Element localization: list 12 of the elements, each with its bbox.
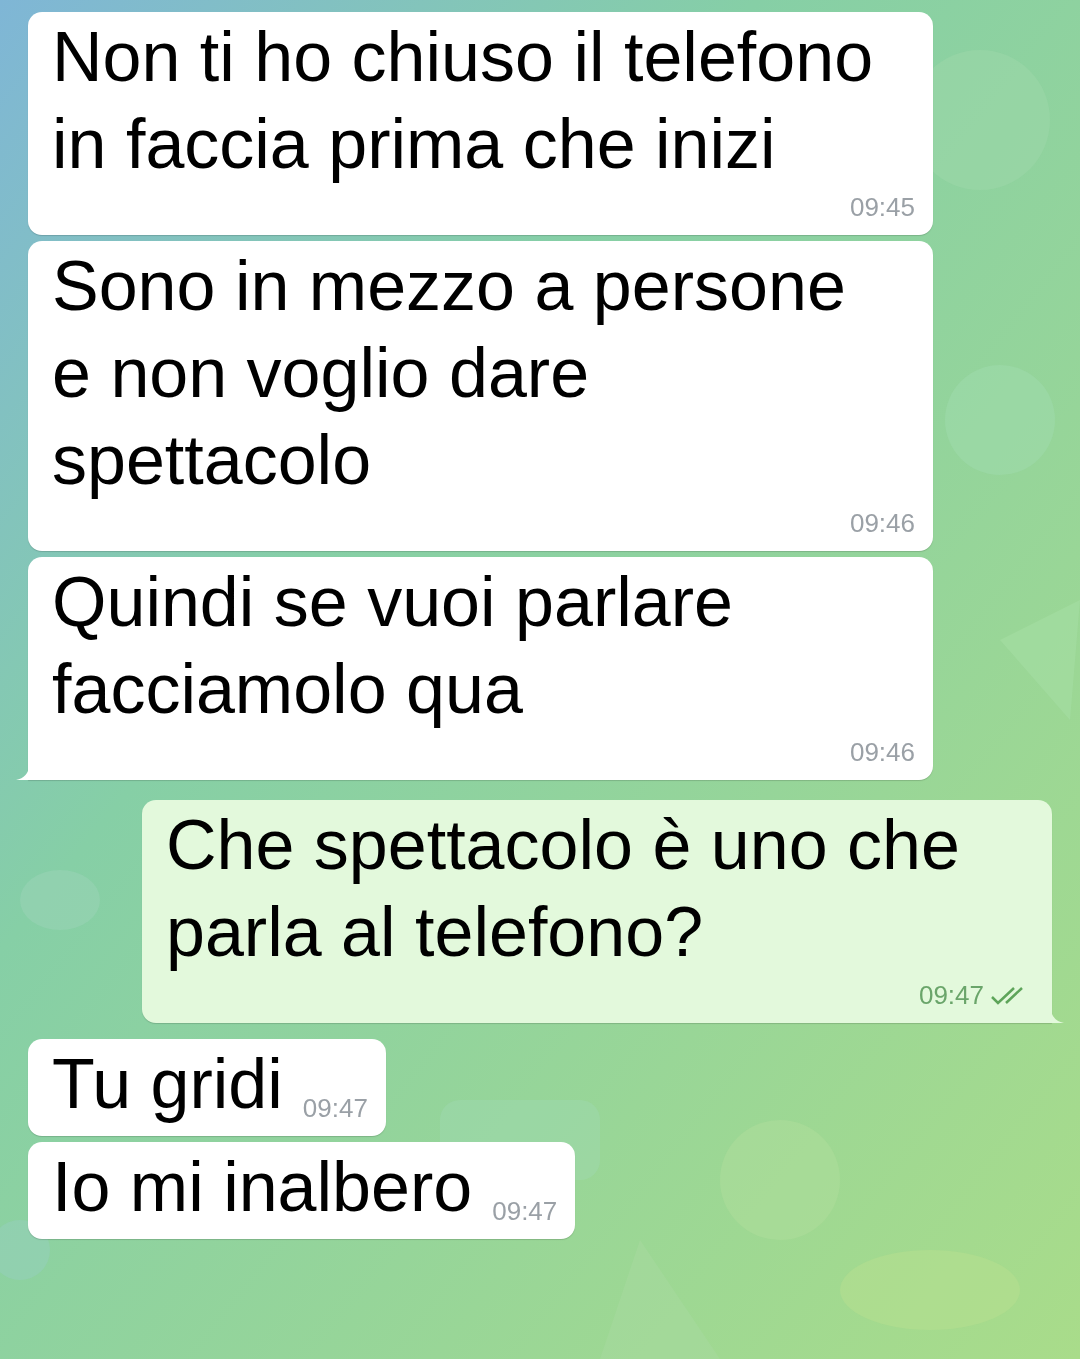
message-time: 09:47 xyxy=(302,1092,368,1125)
message-time: 09:46 xyxy=(849,507,915,540)
message-text: Tu gridi xyxy=(52,1044,284,1125)
message-text: Che spettacolo è uno che parla al telefono? xyxy=(166,805,961,973)
message-time: 09:45 xyxy=(849,191,915,224)
message-text: Sono in mezzo a persone e non voglio dare spettacolo xyxy=(52,246,847,501)
message-time: 09:46 xyxy=(849,736,915,769)
message-text: Non ti ho chiuso il telefono in faccia prima che inizi xyxy=(52,17,875,185)
message-text: Quindi se vuoi parlare facciamolo qua xyxy=(52,562,734,730)
message-time: 09:47 xyxy=(918,979,984,1012)
message-time: 09:47 xyxy=(492,1195,558,1228)
message-text: Io mi inalbero xyxy=(52,1147,474,1228)
